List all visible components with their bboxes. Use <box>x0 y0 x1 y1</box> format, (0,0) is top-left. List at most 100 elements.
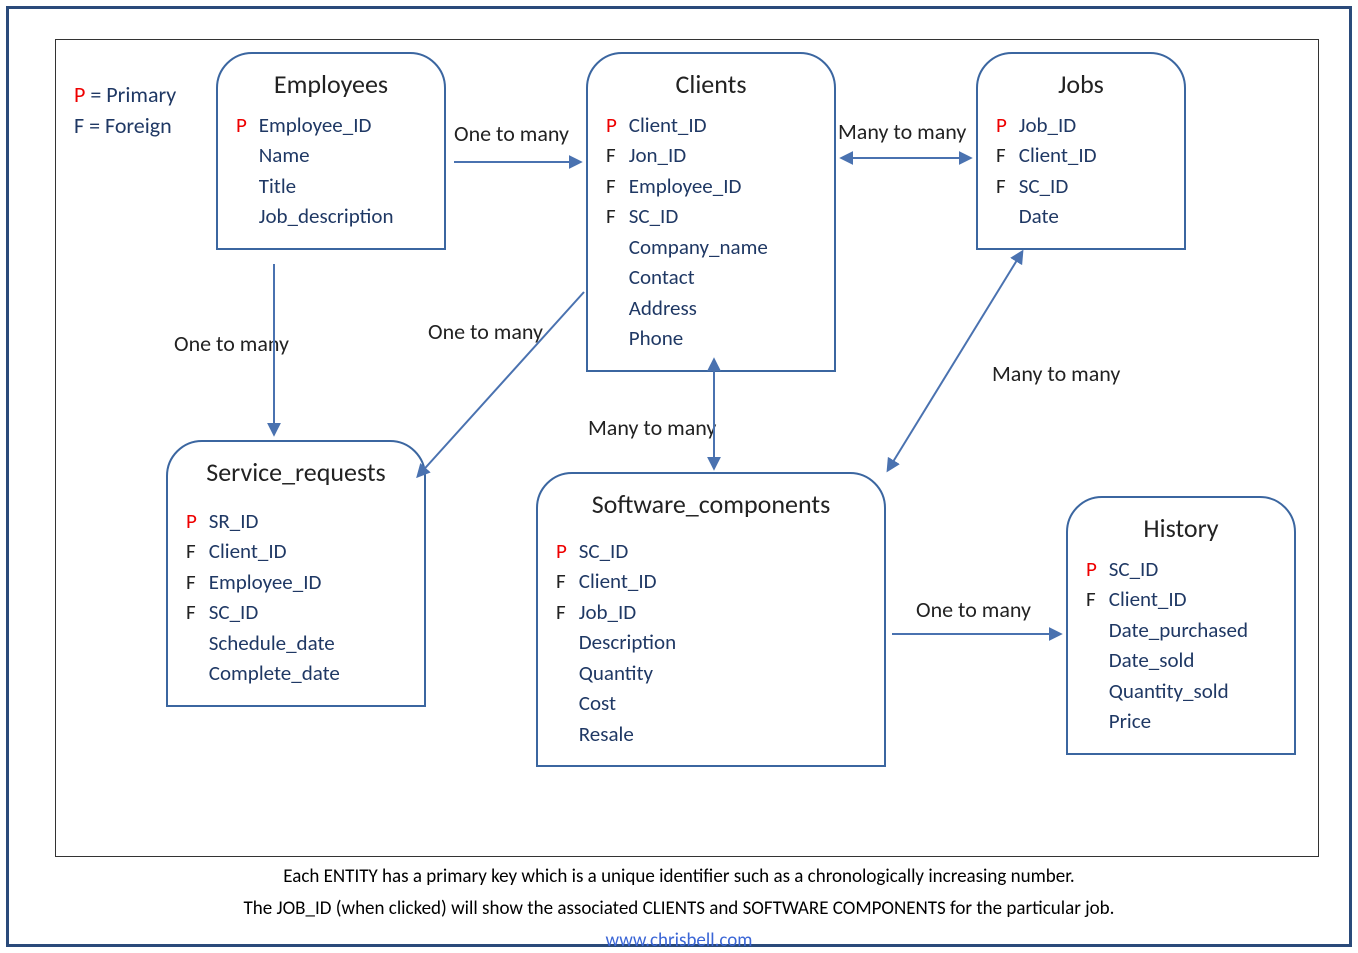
field-row: F SC_ID <box>186 597 406 627</box>
field-name: Date <box>1014 203 1059 229</box>
field-row: F Client_ID <box>186 536 406 566</box>
field-row: F Employee_ID <box>606 171 816 201</box>
fields-jobs: P Job_IDF Client_IDF SC_ID Date <box>996 110 1166 232</box>
field-row: F Client_ID <box>1086 584 1276 614</box>
primary-key-marker: P <box>1086 554 1104 584</box>
foreign-key-marker: F <box>556 597 574 627</box>
entity-title-employees: Employees <box>236 68 426 100</box>
fields-employees: P Employee_ID Name Title Job_description <box>236 110 426 232</box>
foreign-key-marker: F <box>186 536 204 566</box>
entity-title-clients: Clients <box>606 68 816 100</box>
rel-emp-sr: One to many <box>174 330 289 357</box>
footer-line2: The JOB_ID (when clicked) will show the … <box>9 897 1349 920</box>
field-name: Job_ID <box>574 599 636 625</box>
field-row: Price <box>1086 706 1276 736</box>
field-name: Client_ID <box>624 112 707 138</box>
field-name: Name <box>254 142 310 168</box>
rel-jobs-sc: Many to many <box>992 360 1120 387</box>
field-row: Name <box>236 140 426 170</box>
fields-clients: P Client_IDF Jon_IDF Employee_IDF SC_ID … <box>606 110 816 354</box>
field-name: Description <box>574 629 676 655</box>
field-row: F Client_ID <box>556 566 866 596</box>
field-name: Employee_ID <box>204 569 321 595</box>
field-name: Job_description <box>254 203 393 229</box>
field-row: P Client_ID <box>606 110 816 140</box>
field-row: Contact <box>606 262 816 292</box>
field-name: Job_ID <box>1014 112 1076 138</box>
primary-key-marker: P <box>236 110 254 140</box>
field-name: Client_ID <box>1014 142 1097 168</box>
footer-link[interactable]: www.chrisbell.com <box>9 929 1349 952</box>
field-name: Phone <box>624 325 683 351</box>
field-name: Quantity <box>574 660 653 686</box>
field-name: Schedule_date <box>204 630 335 656</box>
field-name: Client_ID <box>1104 586 1187 612</box>
field-name: Jon_ID <box>624 142 686 168</box>
field-row: F Client_ID <box>996 140 1166 170</box>
primary-key-marker: P <box>556 536 574 566</box>
field-row: Cost <box>556 688 866 718</box>
legend: P = Primary F = Foreign <box>74 80 176 142</box>
field-row: F Job_ID <box>556 597 866 627</box>
field-row: P Employee_ID <box>236 110 426 140</box>
foreign-key-marker: F <box>606 171 624 201</box>
rel-sc-history: One to many <box>916 596 1031 623</box>
fields-software-components: P SC_IDF Client_IDF Job_ID Description Q… <box>556 536 866 749</box>
entity-title-service-requests: Service_requests <box>186 456 406 488</box>
foreign-key-marker: F <box>1086 584 1104 614</box>
entity-employees: Employees P Employee_ID Name Title Job_d… <box>216 52 446 250</box>
field-row: Complete_date <box>186 658 406 688</box>
legend-primary: P = Primary <box>74 80 176 111</box>
field-name: Employee_ID <box>624 173 741 199</box>
field-row: F SC_ID <box>606 201 816 231</box>
field-row: F Jon_ID <box>606 140 816 170</box>
field-row: P SC_ID <box>1086 554 1276 584</box>
outer-frame: P = Primary F = Foreign Employees P Empl… <box>6 6 1352 947</box>
field-name: Title <box>254 173 296 199</box>
foreign-key-marker: F <box>606 201 624 231</box>
field-name: Client_ID <box>574 568 657 594</box>
entity-service-requests: Service_requests P SR_IDF Client_IDF Emp… <box>166 440 426 707</box>
diagram-canvas: P = Primary F = Foreign Employees P Empl… <box>55 39 1319 857</box>
fields-history: P SC_IDF Client_ID Date_purchased Date_s… <box>1086 554 1276 737</box>
field-name: SC_ID <box>624 203 678 229</box>
entity-software-components: Software_components P SC_IDF Client_IDF … <box>536 472 886 767</box>
field-name: Client_ID <box>204 538 287 564</box>
field-row: Title <box>236 171 426 201</box>
legend-foreign: F = Foreign <box>74 111 176 142</box>
field-row: P SC_ID <box>556 536 866 566</box>
field-name: SC_ID <box>574 538 628 564</box>
field-row: Company_name <box>606 232 816 262</box>
field-name: Contact <box>624 264 695 290</box>
footer-line1: Each ENTITY has a primary key which is a… <box>9 865 1349 888</box>
field-name: Company_name <box>624 234 768 260</box>
fields-service-requests: P SR_IDF Client_IDF Employee_IDF SC_ID S… <box>186 506 406 689</box>
field-row: Quantity_sold <box>1086 676 1276 706</box>
field-name: Complete_date <box>204 660 340 686</box>
foreign-key-marker: F <box>996 140 1014 170</box>
field-row: P SR_ID <box>186 506 406 536</box>
entity-title-software-components: Software_components <box>556 488 866 520</box>
primary-key-marker: P <box>996 110 1014 140</box>
field-name: SC_ID <box>1014 173 1068 199</box>
field-row: Date_sold <box>1086 645 1276 675</box>
primary-key-marker: P <box>186 506 204 536</box>
rel-emp-clients: One to many <box>454 120 569 147</box>
field-row: Address <box>606 293 816 323</box>
field-row: F Employee_ID <box>186 567 406 597</box>
entity-jobs: Jobs P Job_IDF Client_IDF SC_ID Date <box>976 52 1186 250</box>
field-row: Resale <box>556 719 866 749</box>
field-name: Quantity_sold <box>1104 678 1229 704</box>
field-name: SC_ID <box>204 599 258 625</box>
field-row: Date_purchased <box>1086 615 1276 645</box>
entity-clients: Clients P Client_IDF Jon_IDF Employee_ID… <box>586 52 836 372</box>
entity-history: History P SC_IDF Client_ID Date_purchase… <box>1066 496 1296 755</box>
field-name: SR_ID <box>204 508 258 534</box>
field-row: Schedule_date <box>186 628 406 658</box>
field-name: Resale <box>574 721 634 747</box>
field-name: Cost <box>574 690 616 716</box>
entity-title-jobs: Jobs <box>996 68 1166 100</box>
field-row: Quantity <box>556 658 866 688</box>
field-name: Address <box>624 295 697 321</box>
field-name: Date_sold <box>1104 647 1194 673</box>
